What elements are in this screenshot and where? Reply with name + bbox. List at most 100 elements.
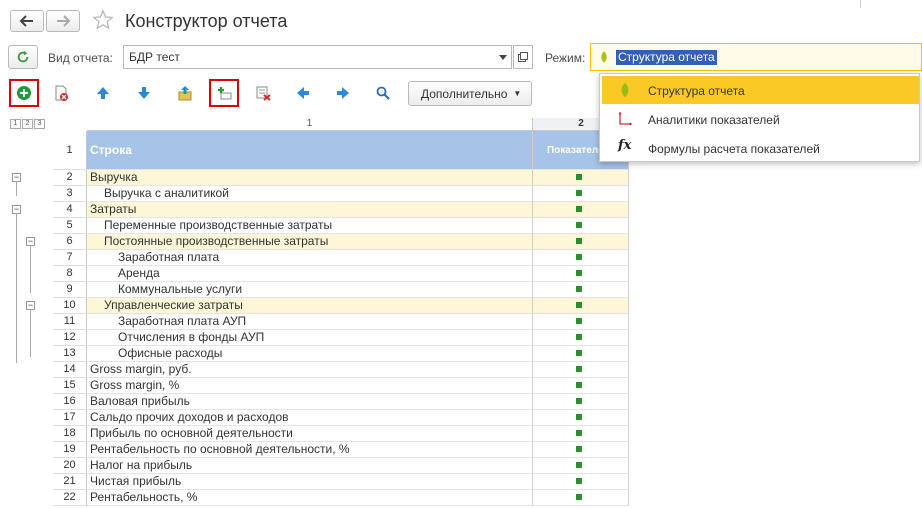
indicator-cell[interactable] <box>533 362 629 378</box>
indicator-cell[interactable] <box>533 218 629 234</box>
plus-circle-icon <box>17 86 31 100</box>
menu-item-indicator-analytics[interactable]: Аналитики показателей <box>602 105 919 133</box>
row-name-cell[interactable]: Gross margin, % <box>87 378 533 394</box>
indicator-marker-icon <box>576 398 582 404</box>
add-subrow-button[interactable] <box>209 79 239 107</box>
refresh-button[interactable] <box>8 45 38 69</box>
search-button[interactable] <box>370 80 396 106</box>
row-number: 11 <box>53 314 87 330</box>
indicator-cell[interactable] <box>533 410 629 426</box>
arrow-left-blue-icon <box>297 87 309 99</box>
row-name-cell[interactable]: Затраты <box>87 202 533 218</box>
collapse-toggle[interactable]: − <box>26 301 35 310</box>
move-down-button[interactable] <box>131 80 157 106</box>
collapse-toggle[interactable]: − <box>26 237 35 246</box>
indicator-marker-icon <box>576 222 582 228</box>
indicator-cell[interactable] <box>533 426 629 442</box>
indicator-cell[interactable] <box>533 170 629 186</box>
delete-doc-icon <box>55 85 68 101</box>
row-name-cell[interactable]: Чистая прибыль <box>87 474 533 490</box>
indicator-cell[interactable] <box>533 186 629 202</box>
mode-field[interactable]: Структура отчета <box>590 43 922 71</box>
row-header-cell[interactable]: Строка <box>87 131 533 170</box>
level-1-button[interactable]: 1 <box>10 119 21 129</box>
row-name-cell[interactable]: Постоянные производственные затраты <box>87 234 533 250</box>
row-name-cell[interactable]: Переменные производственные затраты <box>87 218 533 234</box>
indicator-marker-icon <box>576 414 582 420</box>
indicator-cell[interactable] <box>533 234 629 250</box>
row-name-cell[interactable]: Валовая прибыль <box>87 394 533 410</box>
row-name-label: Выручка с аналитикой <box>104 186 229 200</box>
row-number: 22 <box>53 490 87 506</box>
row-name-cell[interactable]: Прибыль по основной деятельности <box>87 426 533 442</box>
row-number: 2 <box>53 170 87 186</box>
menu-item-indicator-formulas[interactable]: fx Формулы расчета показателей <box>602 134 919 162</box>
row-name-cell[interactable]: Коммунальные услуги <box>87 282 533 298</box>
move-right-button[interactable] <box>330 80 356 106</box>
row-name-label: Чистая прибыль <box>90 474 182 488</box>
row-name-cell[interactable]: Заработная плата АУП <box>87 314 533 330</box>
indicator-cell[interactable] <box>533 346 629 362</box>
report-type-field[interactable]: БДР тест <box>123 45 495 69</box>
more-actions-button[interactable]: Дополнительно ▼ <box>408 81 532 106</box>
divider <box>860 0 861 8</box>
indicator-cell[interactable] <box>533 442 629 458</box>
row-name-cell[interactable]: Выручка с аналитикой <box>87 186 533 202</box>
indicator-cell[interactable] <box>533 266 629 282</box>
row-name-cell[interactable]: Выручка <box>87 170 533 186</box>
indicator-cell[interactable] <box>533 202 629 218</box>
report-type-open-button[interactable] <box>513 45 533 69</box>
row-name-cell[interactable]: Налог на прибыль <box>87 458 533 474</box>
leaf-icon <box>601 51 607 63</box>
row-number: 7 <box>53 250 87 266</box>
arrow-left-icon <box>19 15 33 27</box>
row-name-label: Коммунальные услуги <box>118 282 243 296</box>
row-name-label: Переменные производственные затраты <box>104 218 333 232</box>
row-name-cell[interactable]: Аренда <box>87 266 533 282</box>
row-number: 10 <box>53 298 87 314</box>
row-name-cell[interactable]: Сальдо прочих доходов и расходов <box>87 410 533 426</box>
delete-button[interactable] <box>48 80 74 106</box>
back-button[interactable] <box>10 10 44 32</box>
collapse-toggle[interactable]: − <box>12 173 21 182</box>
indicator-cell[interactable] <box>533 298 629 314</box>
add-button[interactable] <box>9 79 39 107</box>
indicator-cell[interactable] <box>533 378 629 394</box>
row-name-cell[interactable]: Отчисления в фонды АУП <box>87 330 533 346</box>
indicator-marker-icon <box>576 174 582 180</box>
move-up-button[interactable] <box>90 80 116 106</box>
indicator-marker-icon <box>576 302 582 308</box>
report-type-dropdown-button[interactable] <box>494 45 512 69</box>
delete-table-icon <box>256 86 271 101</box>
level-2-button[interactable]: 2 <box>22 119 33 129</box>
fx-icon: fx <box>618 138 632 153</box>
row-name-label: Сальдо прочих доходов и расходов <box>90 410 289 424</box>
forward-button[interactable] <box>46 10 80 32</box>
indicator-cell[interactable] <box>533 458 629 474</box>
row-name-label: Заработная плата <box>118 250 220 264</box>
level-3-button[interactable]: 3 <box>34 119 45 129</box>
add-row-icon <box>218 87 232 100</box>
indicator-cell[interactable] <box>533 394 629 410</box>
indicator-cell[interactable] <box>533 250 629 266</box>
indicator-cell[interactable] <box>533 330 629 346</box>
indicator-cell[interactable] <box>533 314 629 330</box>
row-name-cell[interactable]: Рентабельность по основной деятельности,… <box>87 442 533 458</box>
indicator-cell[interactable] <box>533 490 629 506</box>
page-title: Конструктор отчета <box>125 11 288 31</box>
row-name-cell[interactable]: Управленческие затраты <box>87 298 533 314</box>
indicator-cell[interactable] <box>533 474 629 490</box>
menu-item-report-structure[interactable]: Структура отчета <box>602 76 919 104</box>
move-left-button[interactable] <box>290 80 316 106</box>
open-window-icon <box>518 52 528 62</box>
indicator-cell[interactable] <box>533 282 629 298</box>
row-name-cell[interactable]: Gross margin, руб. <box>87 362 533 378</box>
row-name-cell[interactable]: Заработная плата <box>87 250 533 266</box>
indicator-marker-icon <box>576 206 582 212</box>
favorite-star-icon[interactable] <box>92 9 114 31</box>
delete-row-button[interactable] <box>250 80 276 106</box>
collapse-toggle[interactable]: − <box>12 205 21 214</box>
row-name-cell[interactable]: Офисные расходы <box>87 346 533 362</box>
row-name-cell[interactable]: Рентабельность, % <box>87 490 533 506</box>
move-level-button[interactable] <box>172 80 198 106</box>
